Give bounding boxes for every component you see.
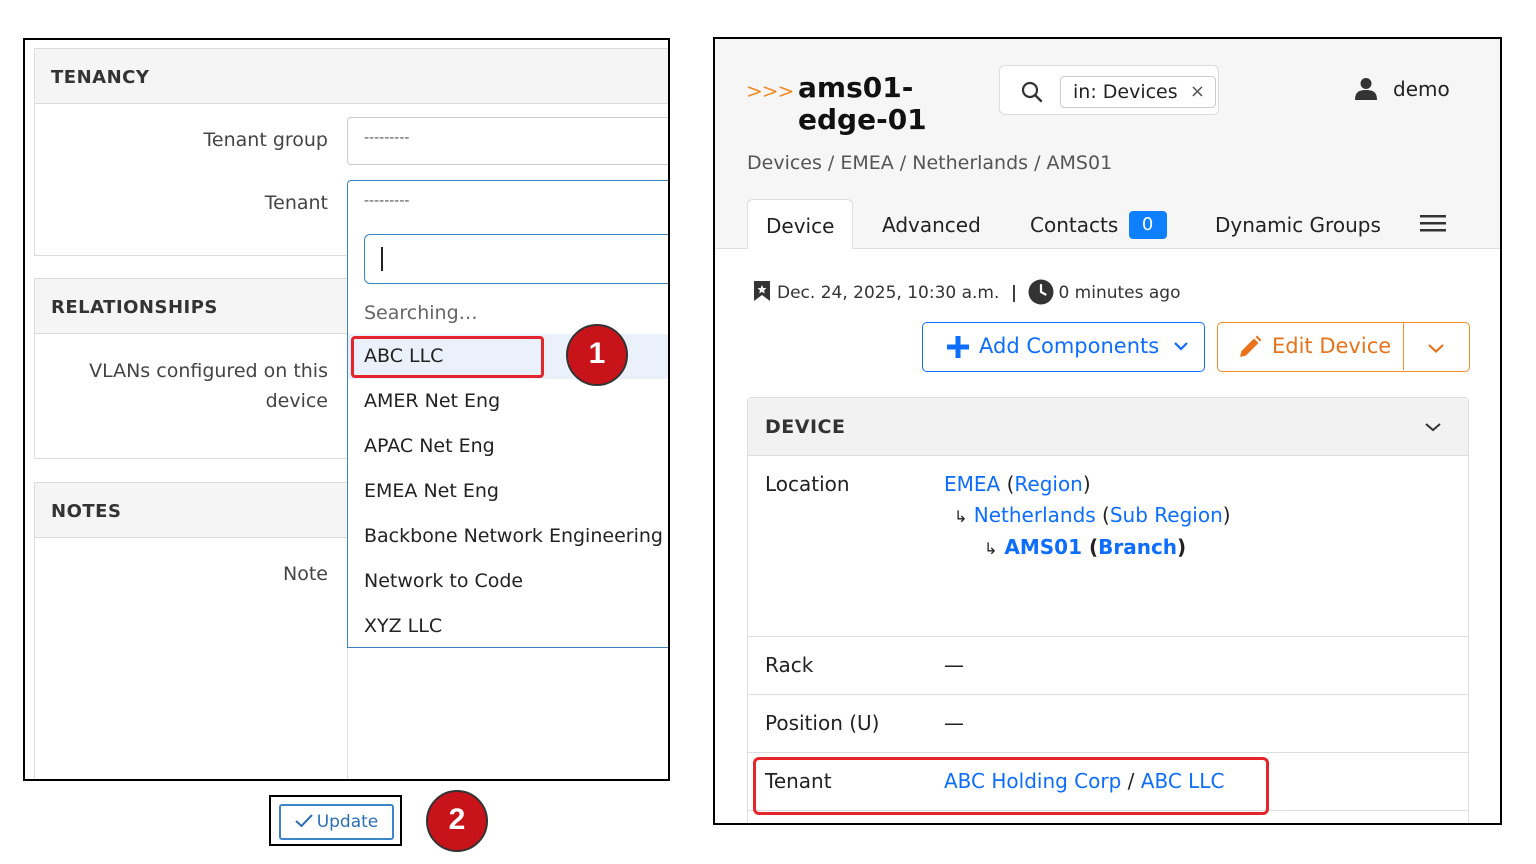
tenant-select[interactable]: --------- [347,180,668,232]
location-branch: ↳ AMS01 (Branch) [984,535,1187,559]
location-region: EMEA (Region) [944,472,1091,496]
tenant-value: --------- [364,193,410,209]
tenant-option[interactable]: APAC Net Eng [348,424,668,469]
searching-status: Searching… [364,302,478,324]
edit-device-label: Edit Device [1272,334,1392,358]
search-scope-chip[interactable]: in: Devices × [1060,76,1216,108]
tenant-search-input[interactable] [364,234,668,284]
tenant-option[interactable]: XYZ LLC [348,604,668,649]
tenant-option[interactable]: Network to Code [348,559,668,604]
pencil-icon [1240,335,1262,357]
plus-icon [947,336,969,358]
tenant-group-label: Tenant group [203,129,328,151]
clock-icon [1028,279,1054,305]
created-date: Dec. 24, 2025, 10:30 a.m. [777,283,1000,303]
tenant-option[interactable]: AMER Net Eng [348,379,668,424]
add-components-label: Add Components [979,334,1160,358]
tab-advanced[interactable]: Advanced [882,199,981,249]
chevron-down-icon[interactable] [1425,422,1441,432]
tab-device[interactable]: Device [747,199,854,249]
position-value: — [944,711,964,735]
device-card-title: DEVICE [765,416,846,438]
update-label: Update [316,812,379,832]
location-row: Location EMEA (Region) ↳ Netherlands (Su… [748,456,1468,637]
tenant-dropdown: Searching… ABC LLC AMER Net Eng APAC Net… [347,230,668,649]
page-header: >>> ams01- edge-01 in: Devices × demo De… [715,39,1500,249]
subitem-arrow-icon: ↳ [984,539,998,558]
tab-contacts-label: Contacts [1030,213,1119,237]
edit-form-panel: TENANCY Tenant group --------- Tenant --… [23,38,670,781]
relationships-title: RELATIONSHIPS [51,297,218,318]
bookmark-icon [754,281,770,301]
user-menu[interactable]: demo [1393,77,1450,101]
tenant-label: Tenant [264,192,328,214]
page-title: ams01- edge-01 [798,72,948,136]
tenancy-section-header: TENANCY [34,48,668,104]
title-line-2: edge-01 [798,103,927,136]
text-cursor [381,247,383,271]
chevron-down-icon [1174,342,1188,351]
step-badge-1: 1 [566,324,628,386]
note-label: Note [283,563,328,585]
main-content: Dec. 24, 2025, 10:30 a.m. | 0 minutes ag… [715,249,1500,823]
edit-device-button[interactable]: Edit Device [1218,323,1404,370]
branch-link[interactable]: AMS01 [1004,535,1082,559]
highlight-box [351,336,544,378]
region-link[interactable]: EMEA [944,472,1000,496]
check-icon [295,814,313,828]
user-icon [1355,78,1377,100]
tenant-option[interactable]: EMEA Net Eng [348,469,668,514]
subregion-link[interactable]: Netherlands [974,503,1096,527]
branch-type-link[interactable]: Branch [1098,535,1177,559]
tenant-group-select[interactable]: --------- [347,117,668,165]
step-badge-2: 2 [426,790,488,852]
location-label: Location [765,472,850,496]
location-subregion: ↳ Netherlands (Sub Region) [954,503,1231,527]
global-search[interactable]: in: Devices × [999,65,1219,115]
device-detail-panel: >>> ams01- edge-01 in: Devices × demo De… [713,37,1502,825]
vlans-label: VLANs configured on this [89,360,328,382]
updated-ago: 0 minutes ago [1058,283,1181,303]
meta-separator: | [1010,283,1018,303]
search-icon [1021,81,1043,103]
update-highlight-frame: Update [269,795,402,846]
tab-dynamic-groups[interactable]: Dynamic Groups [1215,199,1381,249]
title-line-1: ams01- [798,71,914,104]
rack-value: — [944,653,964,677]
tab-bar: Device Advanced Contacts 0 Dynamic Group… [715,199,1500,249]
close-icon[interactable]: × [1190,77,1205,107]
device-card-header[interactable]: DEVICE [748,398,1468,456]
update-button[interactable]: Update [279,804,394,840]
position-label: Position (U) [765,711,880,735]
subitem-arrow-icon: ↳ [954,507,968,526]
rack-row: Rack — [748,637,1468,695]
tenancy-title: TENANCY [51,67,150,88]
menu-icon[interactable] [1420,213,1446,233]
vlans-label-cont: device [265,390,328,412]
region-type-link[interactable]: Region [1014,472,1082,496]
tenant-group-value: --------- [364,130,410,146]
add-components-button[interactable]: Add Components [922,322,1205,372]
notes-title: NOTES [51,501,122,522]
tab-contacts[interactable]: Contacts 0 [1030,199,1167,249]
rack-label: Rack [765,653,814,677]
tenant-option[interactable]: Backbone Network Engineering [348,514,668,559]
contacts-count-badge: 0 [1128,211,1167,239]
search-scope-label: in: Devices [1073,81,1178,103]
chevrons-icon: >>> [746,79,794,103]
subregion-type-link[interactable]: Sub Region [1110,503,1223,527]
timestamp-row: Dec. 24, 2025, 10:30 a.m. | 0 minutes ag… [753,279,1180,305]
chevron-down-icon[interactable] [1428,343,1444,353]
position-row: Position (U) — [748,695,1468,753]
edit-device-button-group: Edit Device [1217,322,1470,372]
breadcrumb[interactable]: Devices / EMEA / Netherlands / AMS01 [747,152,1112,174]
tenant-highlight-box [753,757,1269,815]
